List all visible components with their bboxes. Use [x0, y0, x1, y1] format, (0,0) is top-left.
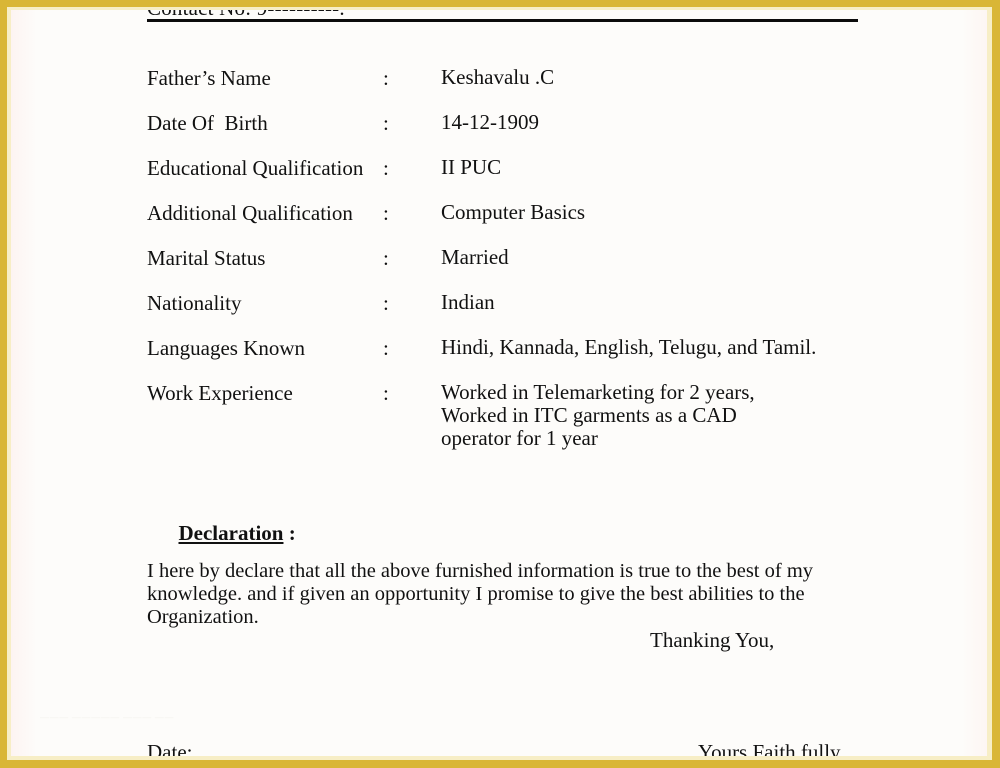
detail-label: Date Of Birth [147, 111, 268, 135]
detail-label: Additional Qualification [147, 201, 353, 225]
detail-value-line: II PUC [441, 155, 502, 179]
detail-value: Computer Basics [441, 201, 585, 224]
declaration-heading-text: Declaration [178, 521, 284, 545]
page-border-right [992, 0, 1000, 768]
detail-value: Hindi, Kannada, English, Telugu, and Tam… [441, 336, 816, 359]
closing-thanking-you: Thanking You, [650, 628, 775, 652]
detail-value-line: Worked in Telemarketing for 2 years, [441, 380, 755, 404]
detail-value: 14-12-1909 [441, 111, 539, 134]
detail-value-line: 14-12-1909 [441, 110, 539, 134]
detail-value-line: Indian [441, 290, 495, 314]
detail-value-line: Computer Basics [441, 200, 586, 224]
declaration-line: I here by declare that all the above fur… [147, 560, 814, 582]
detail-label: Father’s Name [147, 66, 271, 90]
detail-value: Indian [441, 291, 495, 314]
detail-row: Languages Known: Hindi, Kannada, English,… [0, 336, 1000, 381]
detail-value: Keshavalu .C [441, 66, 554, 89]
header-divider-rule [147, 19, 858, 22]
detail-label: Nationality [147, 291, 242, 315]
faint-watermark-text: ——— ————— ——— —— [40, 712, 175, 722]
detail-separator: : [383, 111, 389, 135]
detail-row: Marital Status: Married [0, 246, 1000, 291]
page-border-left [0, 0, 7, 768]
detail-value: Worked in Telemarketing for 2 years, Work… [441, 381, 755, 450]
detail-value-line: Keshavalu .C [441, 65, 555, 89]
declaration-line: knowledge. and if given an opportunity I… [147, 583, 805, 605]
page-border-top [0, 0, 1000, 7]
personal-details-table: Father’s Name: Keshavalu .C Date Of Birth:… [0, 66, 1000, 450]
detail-row: Nationality: Indian [0, 291, 1000, 336]
detail-value-line: Hindi, Kannada, English, Telugu, and Tam… [441, 335, 817, 359]
page-border-inner-left [7, 7, 11, 761]
document-content: Contact No: 9----------. Father’s Name: K… [0, 0, 1000, 768]
detail-separator: : [383, 246, 389, 270]
detail-row: Work Experience: Worked in Telemarketing … [0, 381, 1000, 450]
detail-row: Educational Qualification: II PUC [0, 156, 1000, 201]
resume-document-page: Contact No: 9----------. Father’s Name: K… [0, 0, 1000, 768]
detail-separator: : [383, 66, 389, 90]
declaration-paragraph: I here by declare that all the above fur… [147, 560, 827, 629]
detail-separator: : [383, 201, 389, 225]
detail-row: Date Of Birth: 14-12-1909 [0, 111, 1000, 156]
detail-label: Work Experience [147, 381, 293, 405]
detail-value: II PUC [441, 156, 501, 179]
detail-row: Father’s Name: Keshavalu .C [0, 66, 1000, 111]
detail-separator: : [383, 156, 389, 180]
detail-row: Additional Qualification: Computer Basics [0, 201, 1000, 246]
declaration-line: Organization. [147, 606, 259, 628]
detail-value-line: Married [441, 245, 509, 269]
declaration-heading-colon: : [283, 521, 296, 545]
page-border-inner-top [7, 7, 992, 10]
detail-separator: : [383, 381, 389, 405]
detail-separator: : [383, 336, 389, 360]
detail-label: Languages Known [147, 336, 306, 360]
detail-value: Married [441, 246, 509, 269]
detail-label: Educational Qualification [147, 156, 364, 180]
detail-label: Marital Status [147, 246, 266, 270]
page-border-bottom [0, 760, 1000, 768]
detail-value-line: operator for 1 year [441, 426, 598, 450]
detail-value-line: Worked in ITC garments as a CAD [441, 403, 737, 427]
detail-separator: : [383, 291, 389, 315]
